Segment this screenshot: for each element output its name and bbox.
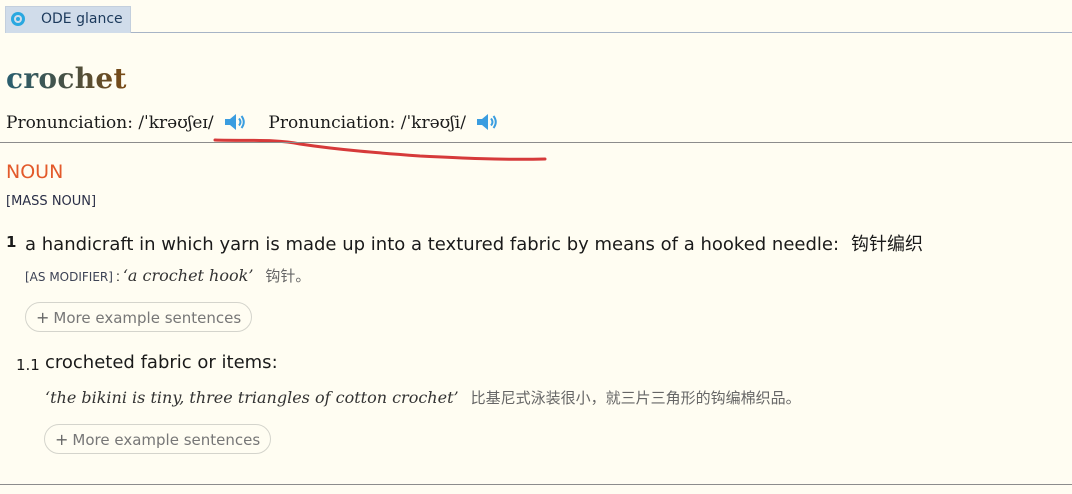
more-examples-label: More example sentences [72,431,261,449]
pronunciation-ipa: /ˈkrəʊʃeɪ/ [138,113,214,133]
speaker-icon[interactable] [223,111,249,133]
grammar-label: [MASS NOUN] [6,194,97,209]
part-of-speech: NOUN [6,161,64,183]
example-translation: 钩针。 [265,267,311,285]
plus-icon: + [36,308,50,327]
pronunciation-1: Pronunciation: /ˈkrəʊʃeɪ/ [6,111,249,133]
example-translation: 比基尼式泳装很小，就三片三角形的钩编棉织品。 [470,389,801,407]
sense-number: 1 [6,233,17,251]
target-icon [11,12,25,26]
definition-text: a handicraft in which yarn is made up in… [25,234,840,255]
modifier-label: [AS MODIFIER] [25,270,113,284]
pronunciation-2: Pronunciation: /ˈkrəʊʃi/ [268,111,501,133]
section-divider [0,142,1072,143]
pronunciation-ipa: /ˈkrəʊʃi/ [400,113,466,133]
example-sentence: ‘a crochet hook’ [122,266,254,285]
subsense-example-row: ‘the bikini is tiny, three triangles of … [45,387,801,408]
definition-translation: 钩针编织 [851,234,924,255]
headword: crochet [6,62,127,95]
plus-icon: + [55,430,69,449]
speaker-icon[interactable] [475,111,501,133]
tab-bar-rule [131,32,1072,33]
pronunciation-label: Pronunciation: [6,113,133,133]
sense-definition: a handicraft in which yarn is made up in… [25,230,923,256]
subsense-number: 1.1 [16,356,40,374]
modifier-colon: : [115,268,120,284]
tab-label: ODE glance [41,11,123,27]
more-examples-button[interactable]: + More example sentences [25,302,253,332]
subsense-definition: crocheted fabric or items: [45,352,278,373]
pronunciation-label: Pronunciation: [268,113,396,133]
example-sentence: ‘the bikini is tiny, three triangles of … [45,388,459,407]
section-divider [0,484,1072,485]
more-examples-label: More example sentences [53,309,242,327]
pronunciation-row: Pronunciation: /ˈkrəʊʃeɪ/ Pronunciation:… [6,111,511,135]
more-examples-button[interactable]: + More example sentences [44,424,272,454]
example-row: [AS MODIFIER]: ‘a crochet hook’ 钩针。 [25,265,310,286]
tab-ode-glance[interactable]: ODE glance [5,6,131,33]
